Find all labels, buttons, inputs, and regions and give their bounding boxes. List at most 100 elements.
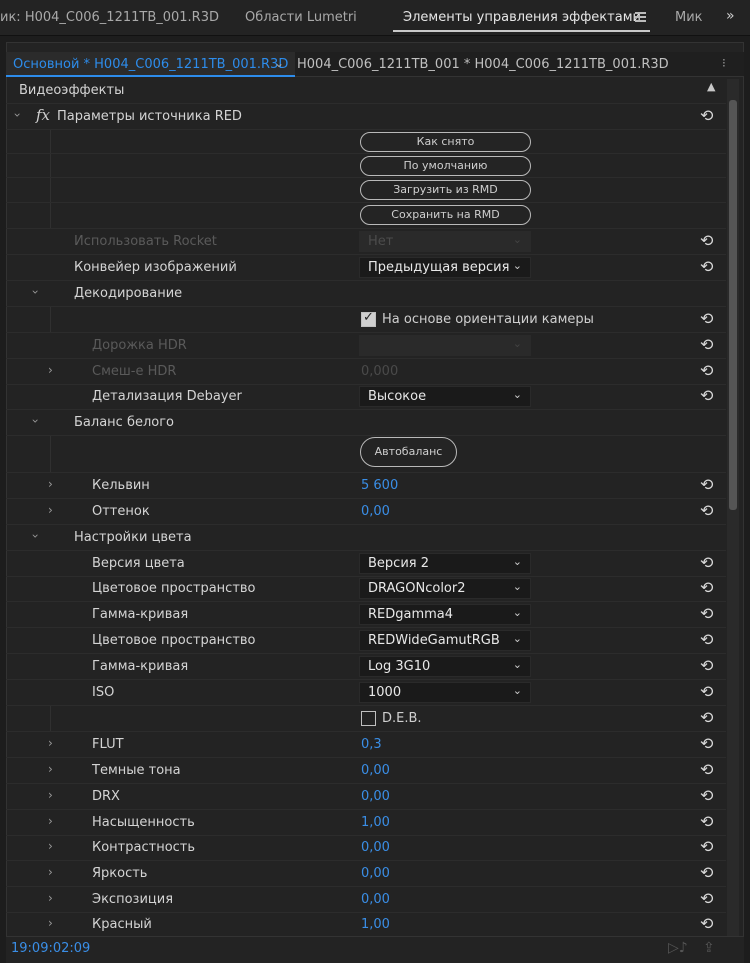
shadows-value[interactable]: 0,00 <box>361 763 390 778</box>
color-space-select[interactable]: DRAGONcolor2 ⌄ <box>359 578 531 599</box>
reset-icon[interactable]: ⟲ <box>700 501 713 520</box>
debayer-select[interactable]: Высокое ⌄ <box>359 386 531 407</box>
load-rmd-button[interactable]: Загрузить из RMD <box>360 180 531 200</box>
kelvin-value[interactable]: 5 600 <box>361 478 398 493</box>
play-audio-icon[interactable]: ▷♪ <box>668 940 688 956</box>
chevron-down-icon[interactable]: ⌄ <box>274 56 284 70</box>
pipeline-row: Конвейер изображений Предыдущая версия ⌄ … <box>6 255 726 281</box>
output-gamma-select[interactable]: Log 3G10 ⌄ <box>359 656 531 677</box>
red-value[interactable]: 1,00 <box>361 917 390 932</box>
deb-label: D.E.B. <box>382 711 422 726</box>
chevron-right-icon[interactable]: › <box>48 839 53 853</box>
flut-value[interactable]: 0,3 <box>361 737 382 752</box>
reset-icon[interactable]: ⟲ <box>700 475 713 494</box>
chevron-right-icon[interactable]: › <box>48 762 53 776</box>
chevron-down-icon[interactable]: › <box>28 290 42 295</box>
chevron-down-icon[interactable]: › <box>28 419 42 424</box>
fx-icon[interactable]: fx <box>36 106 50 124</box>
color-settings-section-row[interactable]: › Настройки цвета <box>6 525 726 551</box>
gamma-curve-select[interactable]: REDgamma4 ⌄ <box>359 604 531 625</box>
contrast-value[interactable]: 0,00 <box>361 840 390 855</box>
deb-checkbox[interactable] <box>361 711 376 726</box>
chevron-right-icon[interactable]: › <box>48 788 53 802</box>
reset-icon[interactable]: ⟲ <box>700 257 713 276</box>
output-color-space-select[interactable]: REDWideGamutRGB ⌄ <box>359 630 531 651</box>
output-gamma-row: Гамма-кривая Log 3G10 ⌄ ⟲ <box>6 654 726 680</box>
hdr-track-select: ⌄ <box>359 335 531 356</box>
tab-effect-controls[interactable]: Элементы управления эффектами <box>403 10 641 25</box>
saturation-value[interactable]: 1,00 <box>361 815 390 830</box>
reset-icon[interactable]: ⟲ <box>700 786 713 805</box>
tab-overflow-icon[interactable]: » <box>726 8 735 24</box>
export-icon[interactable]: ⇪ <box>703 940 715 956</box>
chevron-right-icon[interactable]: › <box>48 891 53 905</box>
tab-lumetri-scopes[interactable]: Области Lumetri <box>245 10 357 25</box>
drx-value[interactable]: 0,00 <box>361 789 390 804</box>
reset-icon[interactable]: ⟲ <box>700 812 713 831</box>
save-rmd-button[interactable]: Сохранить на RMD <box>360 205 531 225</box>
reset-icon[interactable]: ⟲ <box>700 630 713 649</box>
button-row: Сохранить на RMD <box>6 203 726 229</box>
video-effects-header: Видеоэффекты <box>6 79 726 104</box>
iso-select[interactable]: 1000 ⌄ <box>359 682 531 703</box>
reset-icon[interactable]: ⟲ <box>700 914 713 933</box>
hdr-blend-label: Смеш-е HDR <box>92 364 177 379</box>
chevron-right-icon[interactable]: › <box>48 736 53 750</box>
reset-icon[interactable]: ⟲ <box>700 309 713 328</box>
reset-icon[interactable]: ⟲ <box>700 682 713 701</box>
camera-orientation-checkbox[interactable] <box>361 310 376 327</box>
tint-row: › Оттенок 0,00 ⟲ <box>6 499 726 525</box>
tab-mixer[interactable]: Мик <box>675 10 703 25</box>
exposure-value[interactable]: 0,00 <box>361 892 390 907</box>
reset-icon[interactable]: ⟲ <box>700 553 713 572</box>
reset-icon[interactable]: ⟲ <box>700 734 713 753</box>
tab-source[interactable]: ик: H004_C006_1211TB_001.R3D <box>0 10 219 25</box>
chevron-right-icon[interactable]: › <box>48 363 53 377</box>
chevron-right-icon[interactable]: › <box>48 503 53 517</box>
reset-icon[interactable]: ⟲ <box>700 386 713 405</box>
reset-icon[interactable]: ⟲ <box>700 335 713 354</box>
debayer-label: Детализация Debayer <box>92 389 242 404</box>
default-button[interactable]: По умолчанию <box>360 156 531 176</box>
use-rocket-select: Нет ⌄ <box>359 231 531 252</box>
pipeline-select[interactable]: Предыдущая версия ⌄ <box>359 257 531 278</box>
panel-menu-icon[interactable] <box>635 12 646 22</box>
scroll-up-icon[interactable]: ▲ <box>707 80 715 93</box>
reset-icon[interactable]: ⟲ <box>700 760 713 779</box>
saturation-row: › Насыщенность 1,00 ⟲ <box>6 810 726 836</box>
reset-icon[interactable]: ⟲ <box>700 656 713 675</box>
auto-balance-button[interactable]: Автобаланс <box>360 437 457 467</box>
chevron-right-icon[interactable]: › <box>48 477 53 491</box>
chevron-right-icon[interactable]: › <box>48 865 53 879</box>
clip-bar-menu-icon[interactable]: ⁝ <box>722 56 726 70</box>
color-version-select[interactable]: Версия 2 ⌄ <box>359 553 531 574</box>
gamma-curve-label: Гамма-кривая <box>92 607 189 622</box>
chevron-down-icon[interactable]: › <box>10 113 24 118</box>
sequence-clip-label[interactable]: H004_C006_1211TB_001 * H004_C006_1211TB_… <box>297 57 669 72</box>
as-shot-button[interactable]: Как снято <box>360 132 531 152</box>
reset-icon[interactable]: ⟲ <box>700 837 713 856</box>
white-balance-section-row[interactable]: › Баланс белого <box>6 410 726 436</box>
tint-value[interactable]: 0,00 <box>361 504 390 519</box>
reset-icon[interactable]: ⟲ <box>700 604 713 623</box>
reset-icon[interactable]: ⟲ <box>700 231 713 250</box>
scrollbar-thumb[interactable] <box>729 100 737 510</box>
reset-icon[interactable]: ⟲ <box>700 708 713 727</box>
chevron-right-icon[interactable]: › <box>48 814 53 828</box>
red-source-effect-row[interactable]: › fx Параметры источника RED ⟲ <box>6 104 726 130</box>
button-row: По умолчанию <box>6 154 726 178</box>
reset-icon[interactable]: ⟲ <box>700 106 713 125</box>
chevron-right-icon[interactable]: › <box>48 916 53 930</box>
chevron-down-icon[interactable]: › <box>28 534 42 539</box>
decode-section-row[interactable]: › Декодирование <box>6 281 726 307</box>
use-rocket-label: Использовать Rocket <box>74 234 217 249</box>
master-clip-tab[interactable]: Основной * H004_C006_1211TB_001.R3D <box>6 52 296 77</box>
reset-icon[interactable]: ⟲ <box>700 578 713 597</box>
reset-icon[interactable]: ⟲ <box>700 361 713 380</box>
shadows-row: › Темные тона 0,00 ⟲ <box>6 758 726 784</box>
brightness-value[interactable]: 0,00 <box>361 866 390 881</box>
reset-icon[interactable]: ⟲ <box>700 889 713 908</box>
chevron-down-icon: ⌄ <box>512 632 522 645</box>
reset-icon[interactable]: ⟲ <box>700 863 713 882</box>
timecode-display[interactable]: 19:09:02:09 <box>11 941 90 956</box>
